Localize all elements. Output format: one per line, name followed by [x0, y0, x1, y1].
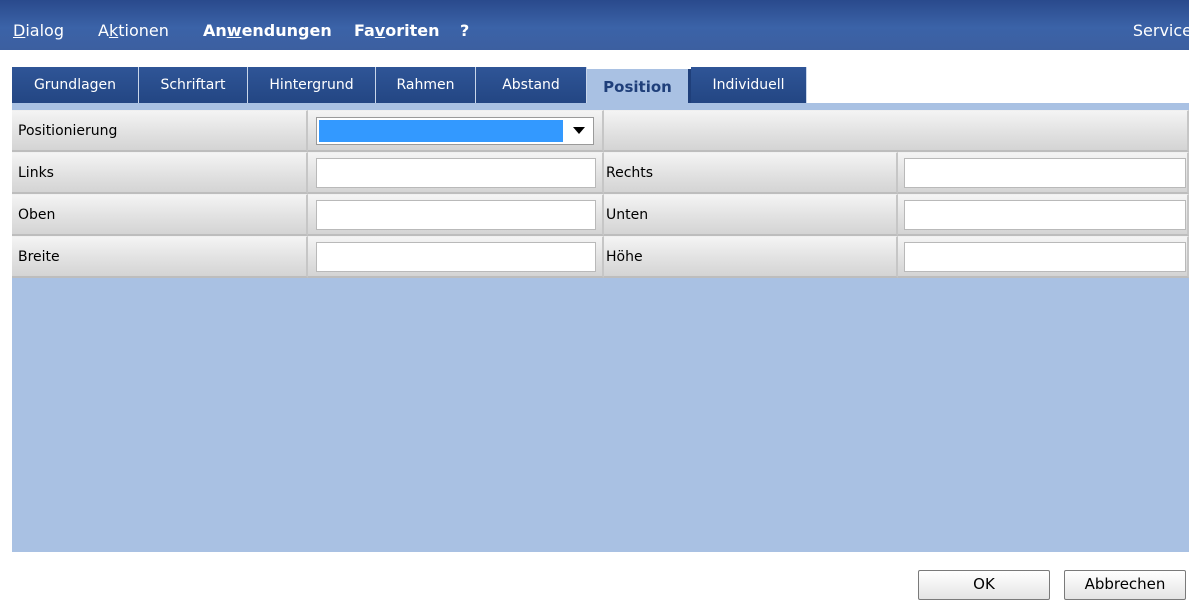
oben-label: Oben: [18, 207, 56, 223]
oben-input[interactable]: [316, 200, 596, 230]
select-highlight: [319, 120, 563, 142]
menu-favoriten[interactable]: Favoriten: [354, 21, 440, 40]
unten-label: Unten: [606, 207, 649, 223]
hoehe-input[interactable]: [904, 242, 1186, 272]
tab-individuell[interactable]: Individuell: [691, 67, 807, 103]
tab-grundlagen[interactable]: Grundlagen: [12, 67, 139, 103]
menu-dialog[interactable]: Dialog: [13, 21, 64, 40]
menu-aktionen[interactable]: Aktionen: [98, 21, 169, 40]
tab-bar: Grundlagen Schriftart Hintergrund Rahmen…: [12, 67, 1189, 105]
links-input[interactable]: [316, 158, 596, 188]
positionierung-label: Positionierung: [18, 123, 118, 139]
links-label: Links: [18, 165, 54, 181]
menu-service[interactable]: Service: [1133, 21, 1189, 40]
hoehe-label: Höhe: [606, 249, 643, 265]
row-breite-hoehe: Breite Höhe: [12, 236, 1189, 278]
tab-schriftart[interactable]: Schriftart: [139, 67, 248, 103]
breite-input[interactable]: [316, 242, 596, 272]
menu-bar: Dialog Aktionen Anwendungen Favoriten ? …: [0, 0, 1189, 50]
rechts-label: Rechts: [606, 165, 654, 181]
row-oben-unten: Oben Unten: [12, 194, 1189, 236]
tab-position[interactable]: Position: [587, 69, 691, 105]
tab-abstand[interactable]: Abstand: [476, 67, 587, 103]
rechts-input[interactable]: [904, 158, 1186, 188]
row-positionierung: Positionierung: [12, 110, 1189, 152]
tab-hintergrund[interactable]: Hintergrund: [248, 67, 376, 103]
row-links-rechts: Links Rechts: [12, 152, 1189, 194]
unten-input[interactable]: [904, 200, 1186, 230]
breite-label: Breite: [18, 249, 60, 265]
ok-button[interactable]: OK: [918, 570, 1050, 600]
tab-rahmen[interactable]: Rahmen: [376, 67, 476, 103]
cancel-button[interactable]: Abbrechen: [1064, 570, 1186, 600]
menu-anwendungen[interactable]: Anwendungen: [203, 21, 332, 40]
chevron-down-icon[interactable]: [573, 127, 585, 134]
position-panel: Positionierung Links Rechts Oben Unten B…: [12, 106, 1189, 552]
positionierung-select[interactable]: [316, 117, 594, 145]
menu-help[interactable]: ?: [460, 21, 469, 40]
